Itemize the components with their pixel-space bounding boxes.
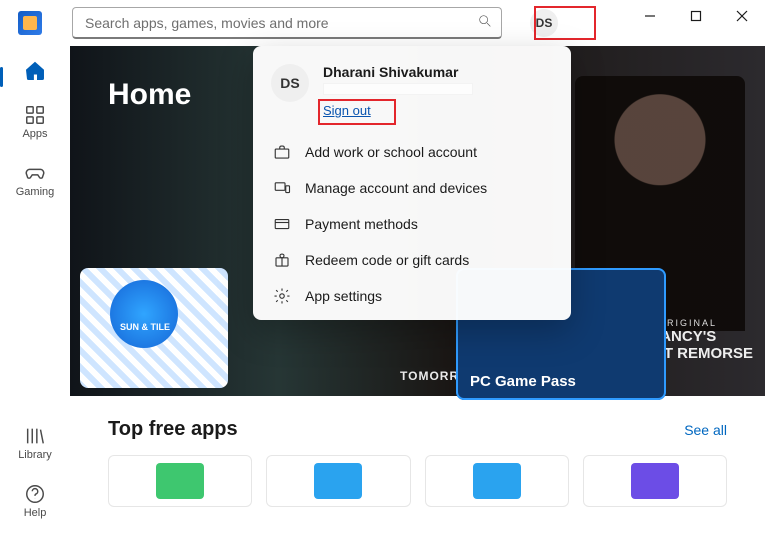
nav-library-label: Library [18,449,52,461]
see-all-link[interactable]: See all [684,422,727,438]
account-menu-items: Add work or school account Manage accoun… [253,134,571,314]
account-menu-header: DS Dharani Shivakumar Sign out [253,60,571,128]
nav-help[interactable]: Help [0,475,70,527]
app-tile[interactable] [108,455,252,507]
app-swatch [314,463,362,499]
search-icon[interactable] [477,13,493,32]
devices-icon [273,179,291,197]
app-tile[interactable] [425,455,569,507]
app-swatch [156,463,204,499]
account-menu-avatar: DS [271,64,309,102]
account-avatar-button[interactable]: DS [530,9,558,37]
app-tile[interactable] [266,455,410,507]
menu-item-label: App settings [305,288,382,304]
menu-item-label: Payment methods [305,216,418,232]
nav-gaming-label: Gaming [16,186,55,198]
hero-card-suntile[interactable]: SUN & TILE [80,268,228,388]
store-app-icon [18,11,42,35]
account-name: Dharani Shivakumar [323,64,473,80]
apps-icon [24,104,46,126]
help-icon [24,483,46,505]
gear-icon [273,287,291,305]
titlebar: Search apps, games, movies and more DS [0,0,765,46]
app-swatch [473,463,521,499]
window-controls [627,0,765,32]
library-icon [24,425,46,447]
nav-help-label: Help [24,507,47,519]
gaming-icon [24,162,46,184]
nav-home[interactable] [0,52,70,90]
card-suntile-label: SUN & TILE [120,322,170,332]
menu-item-payment[interactable]: Payment methods [253,206,571,242]
minimize-button[interactable] [627,0,673,32]
menu-item-label: Manage account and devices [305,180,487,196]
account-email-redacted [323,83,473,95]
app-tile[interactable] [583,455,727,507]
gift-icon [273,251,291,269]
search-input[interactable]: Search apps, games, movies and more [72,7,502,39]
menu-item-redeem[interactable]: Redeem code or gift cards [253,242,571,278]
app-row [108,455,727,507]
card-gamepass-label: PC Game Pass [470,373,576,390]
home-icon [24,60,46,82]
section-title: Top free apps [108,418,684,441]
nav-gaming[interactable]: Gaming [0,154,70,206]
top-free-apps-section: Top free apps See all [70,396,765,507]
nav-apps-label: Apps [22,128,47,140]
close-button[interactable] [719,0,765,32]
menu-item-manage-account[interactable]: Manage account and devices [253,170,571,206]
menu-item-label: Add work or school account [305,144,477,160]
sign-out-link[interactable]: Sign out [323,103,371,118]
nav-apps[interactable]: Apps [0,96,70,148]
menu-item-add-account[interactable]: Add work or school account [253,134,571,170]
search-placeholder: Search apps, games, movies and more [85,15,477,31]
maximize-button[interactable] [673,0,719,32]
sidebar: Apps Gaming Library Help [0,46,70,533]
account-menu: DS Dharani Shivakumar Sign out Add work … [253,46,571,320]
menu-item-label: Redeem code or gift cards [305,252,469,268]
nav-library[interactable]: Library [0,417,70,469]
briefcase-icon [273,143,291,161]
card-icon [273,215,291,233]
menu-item-settings[interactable]: App settings [253,278,571,314]
app-swatch [631,463,679,499]
